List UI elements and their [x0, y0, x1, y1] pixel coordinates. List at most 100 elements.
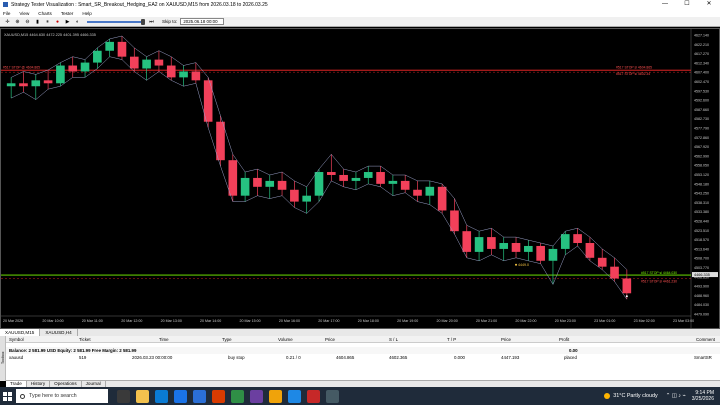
price-tick-label: 4484.030 [694, 303, 709, 307]
price-tick-label: 4607.400 [694, 71, 709, 75]
menu-file[interactable]: File [3, 11, 10, 16]
candle-body [351, 177, 361, 181]
candle-body [179, 71, 188, 78]
powerpoint-icon[interactable] [212, 389, 225, 403]
col-ticket[interactable]: Ticket [79, 336, 91, 343]
price-chart[interactable]: 4627.140 4622.210 4617.270 4612.340 4607.400… [0, 28, 720, 329]
order-cur-price: 4447.193 [501, 355, 520, 360]
tab-xauusd-m15[interactable]: XAUUSD,M15 [0, 329, 41, 336]
pause-icon[interactable]: ⏸ [44, 18, 51, 25]
taskbar-apps [114, 389, 342, 403]
time-tick-label: 20 Mar 10:00 [42, 319, 63, 323]
minimize-button[interactable]: — [654, 0, 676, 9]
time-tick-label: 20 Mar 18:00 [358, 319, 379, 323]
candle-body [499, 243, 509, 249]
terminal-panel: Toolbox Symbol Ticket Time Type Volume P… [0, 336, 720, 381]
order-symbol: xauusd [9, 355, 24, 360]
zoom-in-icon[interactable]: ⊕ [14, 18, 21, 25]
edge-icon[interactable] [155, 389, 168, 403]
price-tick-label: 4622.210 [694, 43, 709, 47]
candle-body [80, 62, 90, 72]
toolbar: ✛ ⊕ ⊖ ▮ ⏸ ● ▶ ◐ ⏭ Skip to: 2025.06.18 00… [0, 17, 720, 27]
order-line-label: #517 STOP @ 4604.865 [3, 66, 40, 70]
menu-tester[interactable]: Tester [61, 11, 74, 16]
stop-icon[interactable]: ● [54, 18, 61, 25]
clock[interactable]: 9:14 PM 3/25/2026 [692, 390, 714, 402]
tab-xauusd-h4[interactable]: XAUUSD,H4 [40, 329, 78, 336]
file-explorer-icon[interactable] [136, 389, 149, 403]
tray-icons[interactable]: ⌃ ◫ ♪ ⌁ [666, 393, 686, 399]
order-tp: 0.000 [454, 355, 465, 360]
candle-body [474, 237, 484, 252]
col-time[interactable]: Time [159, 336, 169, 343]
time-tick-label: 23 Mar 01:00 [594, 319, 615, 323]
price-tick-label: 4582.730 [694, 117, 709, 121]
candle-body [154, 59, 164, 66]
candle-body [462, 231, 472, 252]
speed-slider[interactable] [87, 18, 145, 25]
price-tick-label: 4558.050 [694, 164, 709, 168]
col-type[interactable]: Type [222, 336, 232, 343]
price-tick-label: 4543.250 [694, 192, 709, 196]
app-icon-9[interactable] [269, 389, 282, 403]
app-icon-8[interactable] [250, 389, 263, 403]
step-icon[interactable]: ▶ [64, 18, 71, 25]
speed-slider-knob[interactable] [141, 18, 145, 25]
candle-body [585, 243, 595, 258]
order-type: buy stop [228, 355, 245, 360]
lower-label-2: #517 STOP sl 4461.230 [641, 279, 677, 283]
menu-view[interactable]: View [19, 11, 29, 16]
title-bar: Strategy Tester Visualization : Smart_SR… [0, 0, 720, 9]
close-button[interactable]: ✕ [698, 0, 720, 9]
crosshair-icon[interactable]: ✛ [4, 18, 11, 25]
last-trade-marker [625, 295, 628, 298]
task-view-icon[interactable] [117, 389, 130, 403]
skip-icon[interactable]: ⏭ [148, 18, 155, 25]
balance-row[interactable]: Balance: 2 581.99 USD Equity: 2 581.99 F… [6, 347, 720, 354]
order-row[interactable]: xauusd 519 2026.03.23 00:00:00 buy stop … [6, 354, 720, 361]
time-tick-label: 20 Mar 20:00 [437, 319, 458, 323]
app-icon-11[interactable] [307, 389, 320, 403]
zoom-out-icon[interactable]: ⊖ [24, 18, 31, 25]
col-price[interactable]: Price [325, 336, 335, 343]
col-tp[interactable]: T / P [447, 336, 456, 343]
symbol-tabs: XAUUSD,M15 XAUUSD,H4 [0, 329, 720, 336]
vscode-icon[interactable] [193, 389, 206, 403]
skip-date-input[interactable]: 2025.06.18 00:00 [180, 18, 225, 25]
time-tick-label: 20 Mar 15:00 [239, 319, 260, 323]
weather-icon [604, 393, 611, 399]
price-tick-label: 4617.270 [694, 52, 709, 56]
metatrader-icon[interactable] [231, 389, 244, 403]
chart-canvas[interactable]: 4627.140 4622.210 4617.270 4612.340 4607.400… [1, 29, 719, 328]
candle-body [425, 186, 435, 196]
menu-bar: File View Charts Tester Help [0, 9, 720, 17]
candle-body [43, 80, 53, 84]
time-tick-label: 20 Mar 2026 [3, 319, 23, 323]
col-symbol[interactable]: Symbol [9, 336, 24, 343]
chart-info-label: XAUUSD,M15 4464.630 4472.225 4401.395 44… [4, 33, 96, 37]
app-icon-12[interactable] [326, 389, 339, 403]
menu-help[interactable]: Help [82, 11, 91, 16]
taskbar-search[interactable]: Type here to search [16, 389, 108, 403]
time-tick-label: 23 Mar 03:00 [673, 319, 694, 323]
app-icon-10[interactable] [288, 389, 301, 403]
col-sl[interactable]: S / L [389, 336, 398, 343]
time-tick-label: 20 Mar 22:00 [515, 319, 536, 323]
candle-body [290, 189, 299, 202]
candle-body [339, 174, 348, 181]
start-button[interactable] [0, 387, 14, 405]
chrome-icon[interactable] [174, 389, 187, 403]
col-cur-price[interactable]: Price [501, 336, 511, 343]
weather-text: 31°C Partly cloudy [613, 393, 658, 399]
candle-body [31, 80, 41, 87]
col-profit[interactable]: Profit [559, 336, 569, 343]
price-tick-label: 4538.310 [694, 201, 709, 205]
chart-bars-icon[interactable]: ▮ [34, 18, 41, 25]
maximize-button[interactable]: ☐ [676, 0, 698, 9]
col-volume[interactable]: Volume [278, 336, 293, 343]
candle-body [376, 172, 385, 184]
menu-charts[interactable]: Charts [38, 11, 52, 16]
price-tick-label: 4533.380 [694, 210, 709, 214]
col-comment[interactable]: Comment [696, 336, 715, 343]
weather-widget[interactable]: 31°C Partly cloudy [604, 393, 658, 399]
